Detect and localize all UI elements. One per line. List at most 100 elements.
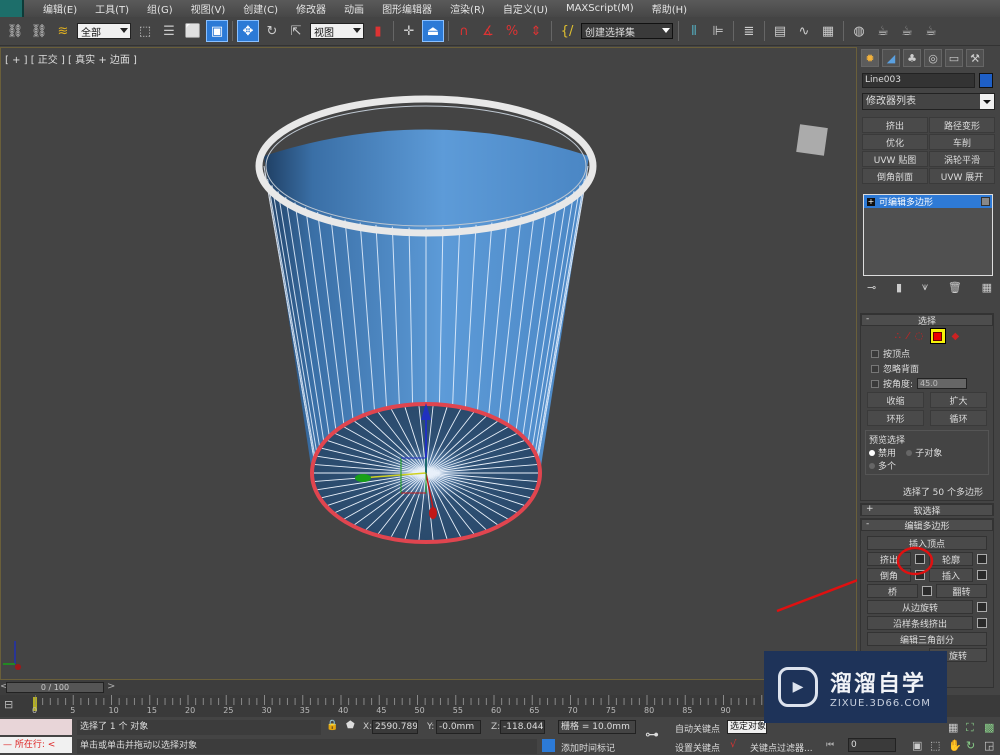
select-by-name-icon[interactable]: ☰ <box>158 20 180 42</box>
z-coordinate-field[interactable]: -118.044m <box>500 720 545 734</box>
menu-help[interactable]: 帮助(H) <box>643 1 696 16</box>
render-setup-icon[interactable]: ☕ <box>872 20 894 42</box>
hinge-from-edge-button[interactable]: 从边旋转 <box>867 600 973 614</box>
angle-spinner[interactable]: 45.0 <box>917 378 968 389</box>
ignore-backfacing-checkbox[interactable]: 忽略背面 <box>861 361 993 376</box>
inset-button[interactable]: 插入 <box>929 568 973 582</box>
app-logo[interactable] <box>0 0 24 17</box>
menu-views[interactable]: 视图(V) <box>182 1 235 16</box>
expand-icon[interactable]: + <box>867 197 875 206</box>
menu-rendering[interactable]: 渲染(R) <box>441 1 494 16</box>
spinner-snap-icon[interactable]: ⇕ <box>525 20 547 42</box>
menu-modifiers[interactable]: 修改器 <box>287 1 335 16</box>
window-crossing-icon[interactable]: ▣ <box>206 20 228 42</box>
modifier-turbosmooth-button[interactable]: 涡轮平滑 <box>929 151 995 167</box>
selection-lock-icon[interactable]: 🔒 <box>326 720 338 731</box>
configure-modifier-sets-icon[interactable]: ▦ <box>982 281 992 294</box>
auto-key-button[interactable]: 自动关键点 <box>675 722 720 735</box>
region-zoom-icon[interactable]: ⬚ <box>930 739 940 752</box>
motion-tab-icon[interactable]: ◎ <box>924 49 942 67</box>
loop-button[interactable]: 循环 <box>930 410 987 426</box>
orbit-icon[interactable]: ↻ <box>966 739 975 752</box>
selection-rollout-header[interactable]: - 选择 <box>861 314 993 327</box>
inset-settings-button[interactable] <box>977 570 987 580</box>
select-scale-icon[interactable]: ⇱ <box>285 20 307 42</box>
rectangle-selection-icon[interactable]: ⬜ <box>182 20 204 42</box>
shrink-button[interactable]: 收缩 <box>867 392 924 408</box>
stack-item-editable-poly[interactable]: + 可编辑多边形 <box>864 195 992 208</box>
next-frame-icon[interactable]: > <box>107 681 115 692</box>
select-object-icon[interactable]: ⬚ <box>134 20 156 42</box>
modifier-extrude-button[interactable]: 挤出 <box>862 117 928 133</box>
show-end-result-icon[interactable]: ▮ <box>896 281 902 294</box>
pin-stack-icon[interactable]: ⊸ <box>867 281 876 294</box>
preview-multi-radio[interactable]: 多个 <box>869 459 896 472</box>
angle-snap-icon[interactable]: ∡ <box>477 20 499 42</box>
absolute-mode-icon[interactable]: ⬟ <box>346 720 355 731</box>
edit-polygons-header[interactable]: - 编辑多边形 <box>861 519 993 532</box>
viewport-orthographic[interactable]: [ + ] [ 正交 ] [ 真实 + 边面 ] <box>0 47 858 680</box>
maxscript-mini-listener[interactable]: — 所在行: < <box>0 737 72 753</box>
modifier-uvw-map-button[interactable]: UVW 贴图 <box>862 151 928 167</box>
remove-modifier-icon[interactable]: 🗑 <box>948 281 962 294</box>
menu-tools[interactable]: 工具(T) <box>86 1 138 16</box>
select-manipulate-icon[interactable]: ✛ <box>398 20 420 42</box>
border-mode-icon[interactable]: ◌ <box>915 331 924 342</box>
layer-manager-icon[interactable]: ≣ <box>738 20 760 42</box>
maxscript-listener[interactable] <box>0 719 72 735</box>
menu-edit[interactable]: 编辑(E) <box>34 1 86 16</box>
zoom-extents-all-icon[interactable]: ⛶ <box>966 721 974 735</box>
time-config-icon[interactable]: ⏮ <box>826 740 834 750</box>
mirror-icon[interactable]: ⫴ <box>683 20 705 42</box>
link-icon[interactable]: ⛓ <box>4 20 26 42</box>
by-vertex-checkbox[interactable]: 按顶点 <box>861 346 993 361</box>
render-production-icon[interactable]: ☕ <box>920 20 942 42</box>
modifier-list-dropdown[interactable]: 修改器列表 <box>862 93 995 110</box>
modifier-path-deform-button[interactable]: 路径变形 <box>929 117 995 133</box>
preview-disabled-radio[interactable]: 禁用 <box>869 446 896 459</box>
object-name-field[interactable]: Line003 <box>862 73 975 88</box>
time-slider[interactable]: 0 / 100 <box>6 682 104 693</box>
rendered-frame-window-icon[interactable]: ☕ <box>896 20 918 42</box>
zoom-extents-selected-icon[interactable]: ▩ <box>984 721 994 734</box>
menu-graph-editors[interactable]: 图形编辑器 <box>373 1 441 16</box>
outline-button[interactable]: 轮廓 <box>929 552 973 566</box>
key-set-dropdown[interactable]: 选定对象 <box>727 720 767 734</box>
modifier-unwrap-uvw-button[interactable]: UVW 展开 <box>929 168 995 184</box>
menu-animation[interactable]: 动画 <box>335 1 373 16</box>
menu-group[interactable]: 组(G) <box>138 1 182 16</box>
pivot-center-icon[interactable]: ▮ <box>367 20 389 42</box>
hierarchy-tab-icon[interactable]: ♣ <box>903 49 921 67</box>
hinge-settings-button[interactable] <box>977 602 987 612</box>
set-key-button[interactable]: 设置关键点 <box>675 741 720 754</box>
display-tab-icon[interactable]: ▭ <box>945 49 963 67</box>
mini-curve-editor-icon[interactable]: ⊟ <box>4 698 13 711</box>
y-coordinate-field[interactable]: -0.0mm <box>436 720 481 734</box>
ring-button[interactable]: 环形 <box>867 410 924 426</box>
make-unique-icon[interactable]: ⩛ <box>922 280 928 294</box>
align-icon[interactable]: ⊫ <box>707 20 729 42</box>
select-move-icon[interactable]: ✥ <box>237 20 259 42</box>
time-tag-icon[interactable] <box>542 739 555 752</box>
zoom-all-icon[interactable]: ▦ <box>948 721 958 734</box>
select-rotate-icon[interactable]: ↻ <box>261 20 283 42</box>
add-time-tag-button[interactable]: 添加时间标记 <box>561 741 615 754</box>
object-color-swatch[interactable] <box>979 73 993 88</box>
key-filters-button[interactable]: 关键点过滤器... <box>750 741 813 754</box>
scene-explorer-icon[interactable]: ▤ <box>769 20 791 42</box>
menu-create[interactable]: 创建(C) <box>234 1 287 16</box>
stack-item-toggle[interactable] <box>981 197 990 206</box>
named-selection-dropdown[interactable]: 创建选择集 <box>581 23 673 39</box>
key-filter-icon[interactable]: √ <box>730 739 736 750</box>
schematic-view-icon[interactable]: ▦ <box>817 20 839 42</box>
element-mode-icon[interactable]: ◆ <box>952 331 960 342</box>
modifier-bevel-profile-button[interactable]: 倒角剖面 <box>862 168 928 184</box>
extrude-along-spline-button[interactable]: 沿样条线挤出 <box>867 616 973 630</box>
material-editor-icon[interactable]: ◍ <box>848 20 870 42</box>
set-key-icon[interactable]: ⊶ <box>645 727 659 743</box>
bridge-button[interactable]: 桥 <box>867 584 918 598</box>
selection-filter-dropdown[interactable]: 全部 <box>77 23 131 39</box>
curve-editor-icon[interactable]: ∿ <box>793 20 815 42</box>
percent-snap-icon[interactable]: % <box>501 20 523 42</box>
vertex-mode-icon[interactable]: ∴ <box>895 331 901 342</box>
